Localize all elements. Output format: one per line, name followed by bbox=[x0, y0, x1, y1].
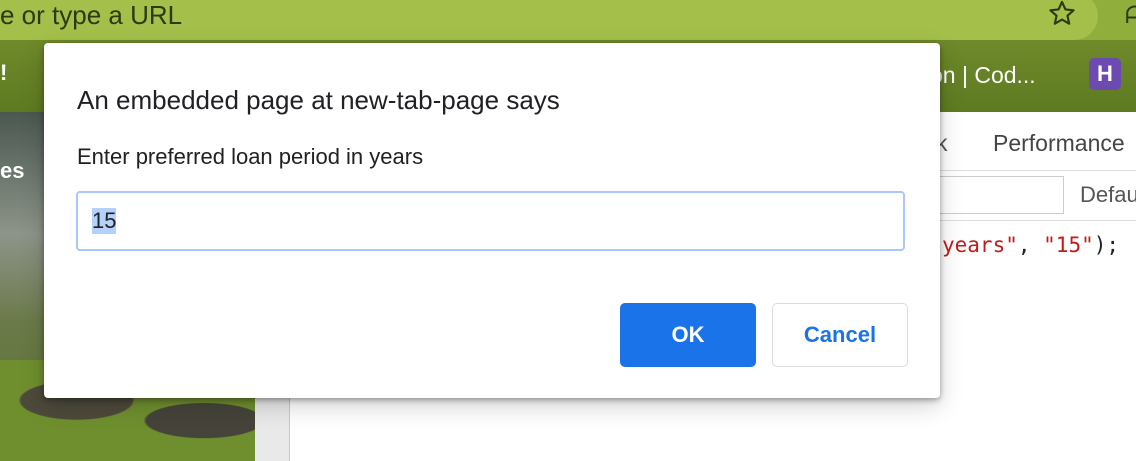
console-filter-input[interactable] bbox=[930, 176, 1064, 214]
code-separator: , bbox=[1017, 233, 1044, 257]
extension-icon[interactable]: ᗩ bbox=[1125, 2, 1136, 30]
page-text-fragment: es bbox=[0, 158, 25, 183]
log-level-select[interactable]: Defau bbox=[1080, 182, 1136, 208]
address-bar-placeholder: e or type a URL bbox=[0, 0, 183, 30]
cancel-button[interactable]: Cancel bbox=[772, 303, 908, 367]
code-end: ); bbox=[1093, 233, 1120, 257]
bookmark-item[interactable]: ! bbox=[0, 60, 7, 86]
dialog-title: An embedded page at new-tab-page says bbox=[77, 85, 560, 115]
console-line: years", "15"); bbox=[942, 233, 1119, 257]
bookmark-item[interactable]: on | Cod... bbox=[930, 62, 1036, 89]
prompt-input[interactable]: 15 bbox=[76, 191, 905, 251]
input-value-selected: 15 bbox=[92, 208, 117, 234]
prompt-dialog: An embedded page at new-tab-page says En… bbox=[44, 43, 940, 398]
tab-performance[interactable]: Performance bbox=[993, 130, 1125, 157]
code-string: years" bbox=[942, 233, 1018, 257]
bookmark-star-icon[interactable] bbox=[1046, 0, 1078, 30]
code-string: "15" bbox=[1043, 233, 1094, 257]
dialog-message: Enter preferred loan period in years bbox=[77, 144, 424, 169]
heroku-icon[interactable]: H bbox=[1089, 58, 1121, 90]
browser-toolbar: e or type a URL ᗩ bbox=[0, 0, 1136, 40]
ok-button[interactable]: OK bbox=[620, 303, 756, 367]
